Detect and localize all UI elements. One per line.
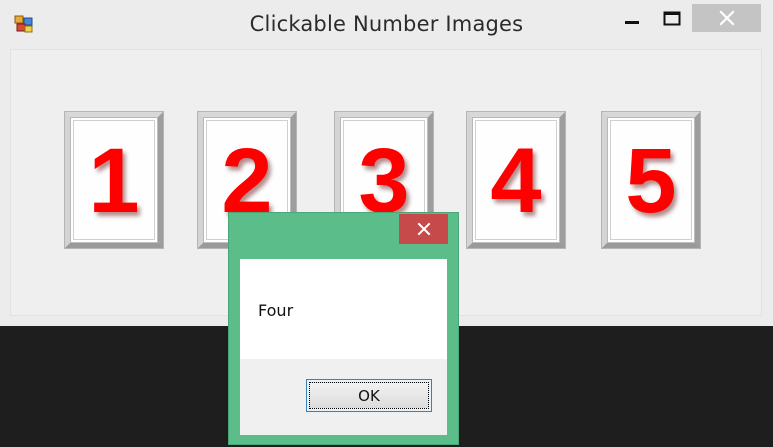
desktop: Clickable Number Images 1 2 3 4 5 Four O… [0,0,773,447]
tile-face: 5 [610,120,692,240]
number-image-1[interactable]: 1 [65,112,163,248]
ok-label: OK [358,386,380,405]
message-text: Four [258,301,294,320]
title-bar[interactable]: Clickable Number Images [0,0,773,45]
tile-face: 1 [73,120,155,240]
number-image-5[interactable]: 5 [602,112,700,248]
message-box: Four OK [228,212,459,445]
ok-button[interactable]: OK [306,379,432,412]
message-content: Four OK [240,259,447,435]
digit-label: 4 [490,130,542,232]
message-footer: OK [240,359,447,435]
minimize-icon [625,20,639,24]
tile-face: 4 [475,120,557,240]
digit-label: 5 [625,130,677,232]
maximize-button[interactable] [655,5,689,32]
minimize-button[interactable] [615,5,649,32]
close-button[interactable] [692,4,761,32]
close-icon [718,10,735,26]
maximize-icon [663,11,681,25]
number-image-4[interactable]: 4 [467,112,565,248]
digit-label: 1 [88,130,140,232]
message-close-button[interactable] [399,214,448,244]
close-icon [417,222,430,236]
